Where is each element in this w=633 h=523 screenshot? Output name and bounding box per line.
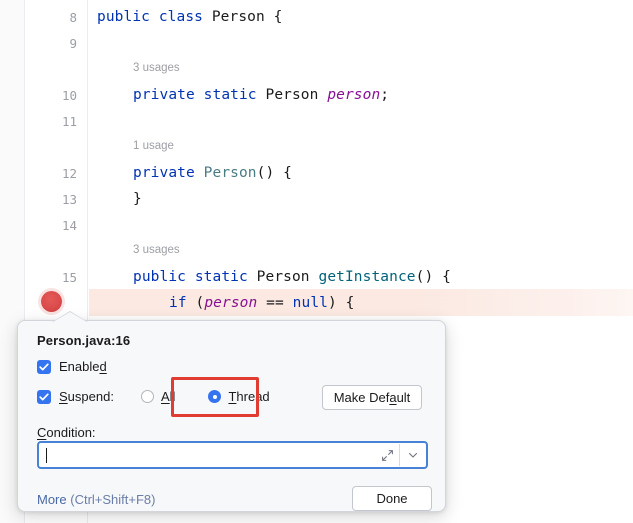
code-token: if — [169, 295, 187, 311]
code-token: Person — [203, 165, 257, 181]
radio-all-label: All — [161, 389, 176, 404]
code-line[interactable]: public class Person { — [97, 9, 282, 25]
code-token: () { — [256, 165, 292, 181]
code-token: private — [133, 87, 195, 103]
code-token: == — [257, 295, 293, 311]
code-token: public — [133, 269, 186, 285]
line-number: 12 — [61, 166, 77, 181]
code-line[interactable]: } — [133, 191, 142, 207]
checkmark-icon — [39, 362, 49, 370]
radio-thread[interactable] — [208, 390, 222, 403]
enabled-checkbox-row[interactable]: Enabled — [37, 359, 107, 374]
code-token: private — [133, 165, 195, 181]
code-token: public — [97, 9, 150, 25]
usage-hint[interactable]: 3 usages — [133, 244, 180, 257]
code-token: ) { — [327, 295, 355, 311]
code-token: } — [133, 191, 142, 207]
code-token: getInstance — [318, 269, 416, 285]
radio-option-all[interactable]: All — [141, 389, 175, 404]
line-number: 8 — [69, 10, 77, 25]
enabled-mnemonic: d — [99, 359, 107, 374]
code-token: () { — [415, 269, 451, 285]
line-number: 14 — [61, 218, 77, 233]
code-token: person — [327, 87, 381, 103]
suspend-mnemonic: S — [59, 389, 68, 404]
suspend-checkbox-row[interactable]: Suspend: — [37, 389, 114, 404]
code-line[interactable]: if (person == null) { — [169, 295, 354, 311]
code-token: { — [264, 9, 283, 25]
more-settings-link[interactable]: More (Ctrl+Shift+F8) — [37, 492, 156, 507]
code-token: Person — [211, 9, 265, 25]
checkmark-icon — [39, 392, 49, 400]
suspend-policy-radio-group[interactable]: All Thread — [141, 389, 286, 404]
more-link-text: More — [37, 492, 67, 507]
code-line[interactable]: public static Person getInstance() { — [133, 269, 451, 285]
expand-diagonal-icon[interactable] — [375, 442, 399, 468]
line-number: 9 — [69, 36, 77, 51]
suspend-label: Suspend: — [59, 389, 114, 404]
line-number: 13 — [61, 192, 77, 207]
code-token: null — [292, 295, 328, 311]
code-token: class — [158, 9, 203, 25]
code-token: ( — [186, 295, 205, 311]
enabled-label: Enabled — [59, 359, 107, 374]
line-number: 10 — [61, 88, 77, 103]
usage-hint[interactable]: 3 usages — [133, 62, 180, 75]
suspend-checkbox[interactable] — [37, 389, 51, 404]
code-token: static — [203, 87, 257, 103]
done-button[interactable]: Done — [352, 486, 432, 511]
code-token: ; — [380, 87, 390, 103]
code-line[interactable]: private Person() { — [133, 165, 292, 181]
dialog-title: Person.java:16 — [37, 333, 131, 348]
radio-all[interactable] — [141, 390, 154, 403]
more-link-shortcut: (Ctrl+Shift+F8) — [70, 492, 156, 507]
code-token: Person — [265, 87, 319, 103]
radio-option-thread[interactable]: Thread — [208, 389, 270, 404]
chevron-down-icon[interactable] — [400, 442, 426, 468]
condition-input[interactable] — [37, 441, 428, 469]
code-line[interactable]: private static Person person; — [133, 87, 389, 103]
breakpoint-dot-icon[interactable] — [41, 291, 62, 312]
text-caret — [46, 447, 47, 463]
breakpoint-settings-dialog: Person.java:16 Enabled Suspend: All Thre… — [17, 311, 446, 512]
dialog-pointer — [53, 312, 87, 322]
code-token: static — [194, 269, 248, 285]
condition-label: Condition: — [37, 425, 96, 440]
make-default-button[interactable]: Make Default — [322, 385, 422, 410]
code-token: Person — [256, 269, 310, 285]
radio-thread-label: Thread — [228, 389, 270, 404]
line-number: 11 — [61, 114, 77, 129]
enabled-checkbox[interactable] — [37, 359, 51, 374]
line-number: 15 — [61, 270, 77, 285]
usage-hint[interactable]: 1 usage — [133, 140, 174, 153]
code-token: person — [204, 295, 258, 311]
